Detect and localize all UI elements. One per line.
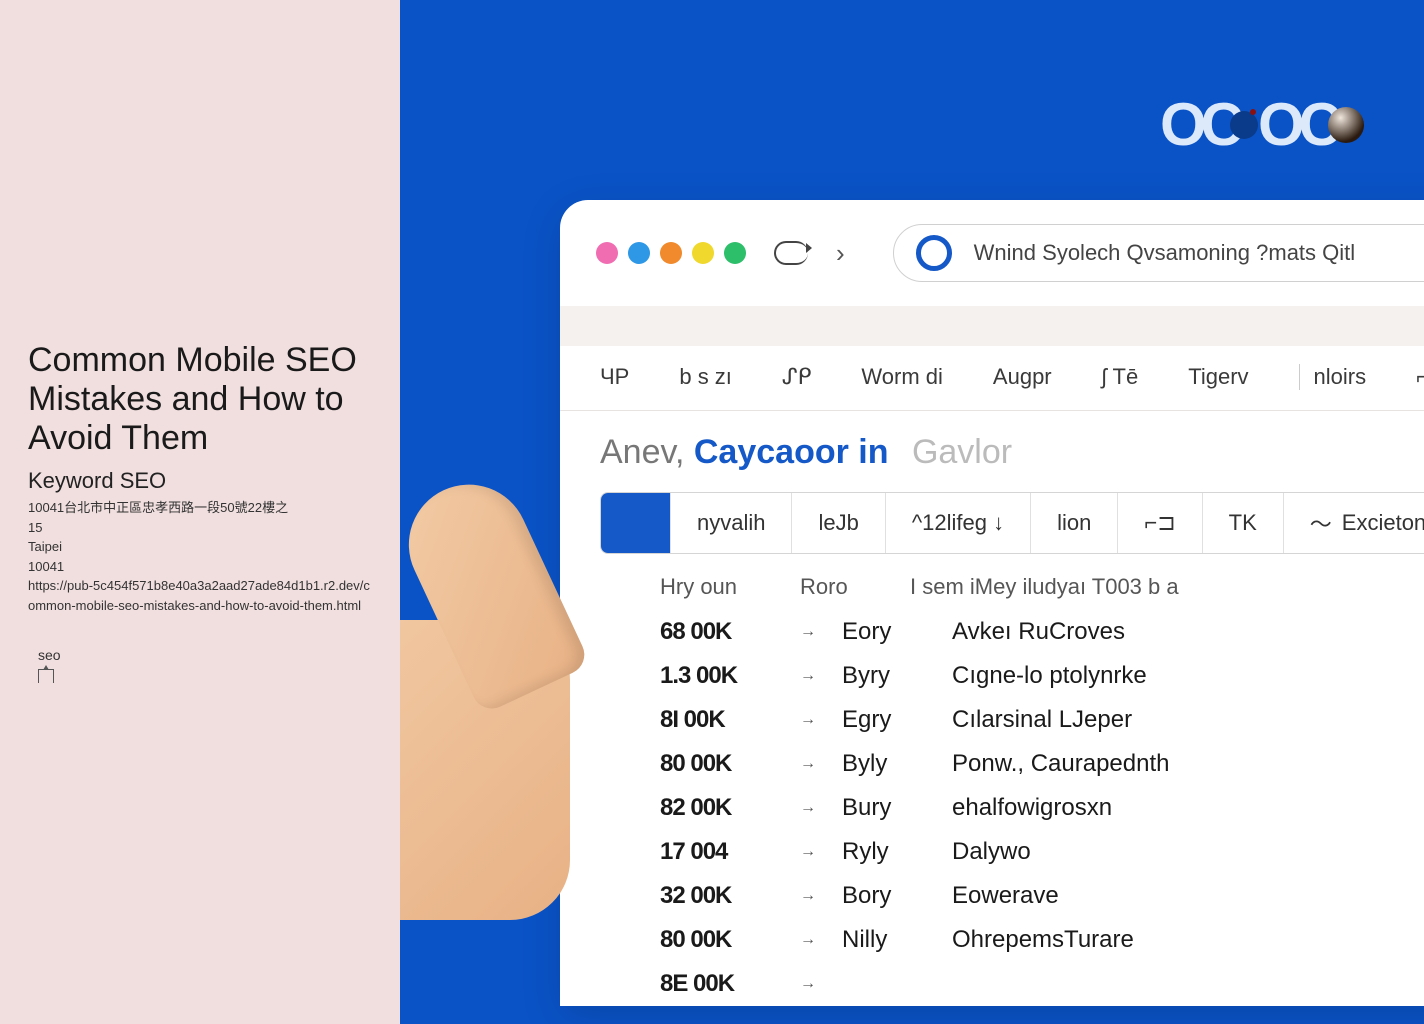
- table-row[interactable]: 32 00K→BoryEowerave: [660, 874, 1424, 918]
- nav-tab[interactable]: Tigerv: [1188, 364, 1248, 390]
- address-zip: 10041: [28, 557, 372, 577]
- nav-tab[interactable]: ᔑᑭ: [782, 364, 812, 390]
- table-row[interactable]: 82 00K→Buryehalfowigrosxn: [660, 786, 1424, 830]
- nav-tab[interactable]: nloirs: [1299, 364, 1367, 390]
- reload-icon[interactable]: [774, 241, 808, 265]
- table-row[interactable]: 1.3 00K→ByryCıgne-lo ptolynrke: [660, 654, 1424, 698]
- nav-tabs: ЧР b s zı ᔑᑭ Worm di Augpr ʃ Tē Tigerv n…: [560, 346, 1424, 411]
- nav-tab[interactable]: ⌐ Kural ⎵: [1416, 364, 1424, 390]
- share-icon[interactable]: [38, 669, 54, 683]
- pointing-hand-graphic: [400, 480, 610, 880]
- address-bar-text: Wnind Syolech Qvsamoning ?mats Qitl: [974, 240, 1356, 266]
- filter-tab[interactable]: ⌐⊐: [1118, 493, 1202, 553]
- table-row[interactable]: 68 00K→EoryAvkeı RuCroves: [660, 610, 1424, 654]
- table-row[interactable]: 8E 00K→: [660, 962, 1424, 1006]
- page-url: https://pub-5c454f571b8e40a3a2aad27ade84…: [28, 576, 372, 615]
- forward-icon[interactable]: ›: [836, 238, 845, 269]
- filter-tabs: nyvalih leJb ^12lifeg ↓ lion ⌐⊐ TK 〜 Exc…: [600, 492, 1424, 554]
- table-row[interactable]: 80 00K→BylyPonw., Caurapednth: [660, 742, 1424, 786]
- filter-tab[interactable]: TK: [1203, 493, 1284, 553]
- nav-tab[interactable]: Augpr: [993, 364, 1052, 390]
- table-row[interactable]: 8I 00K→EgryCılarsinal LJeper: [660, 698, 1424, 742]
- address-city: Taipei: [28, 537, 372, 557]
- nav-tab[interactable]: b s zı: [679, 364, 732, 390]
- nav-tab[interactable]: ʃ Tē: [1102, 364, 1139, 390]
- filter-tab-active[interactable]: [601, 493, 671, 553]
- page-title: Common Mobile SEO Mistakes and How to Av…: [28, 341, 372, 458]
- address-line-2: 15: [28, 518, 372, 538]
- filter-tab[interactable]: lion: [1031, 493, 1118, 553]
- nav-tab[interactable]: Worm di: [861, 364, 943, 390]
- table-row[interactable]: 17 004→RylyDalywo: [660, 830, 1424, 874]
- address-bar[interactable]: Wnind Syolech Qvsamoning ?mats Qitl: [893, 224, 1424, 282]
- loading-spinner-icon: [916, 235, 952, 271]
- brand-logo: OCOC: [1160, 90, 1364, 159]
- filter-tab[interactable]: leJb: [792, 493, 885, 553]
- filter-tab[interactable]: 〜 Excieton: [1284, 493, 1424, 553]
- filter-tab[interactable]: ^12lifeg ↓: [886, 493, 1031, 553]
- address-line-1: 10041台北市中正區忠孝西路一段50號22樓之: [28, 498, 372, 518]
- table-row[interactable]: 80 00K→NillyOhrepemsTurare: [660, 918, 1424, 962]
- breadcrumb: Anev, Caycaoor in Gavlor: [560, 411, 1424, 482]
- table-header: Hry oun Roro I sem iMey iludyaı T003 b a: [560, 554, 1424, 610]
- window-traffic-lights: [596, 242, 746, 264]
- browser-window: › Wnind Syolech Qvsamoning ?mats Qitl ЧР…: [560, 200, 1424, 1006]
- filter-tab[interactable]: nyvalih: [671, 493, 792, 553]
- breadcrumb-current[interactable]: Caycaoor in: [694, 433, 889, 471]
- tab-icon-1[interactable]: ЧР: [600, 364, 629, 390]
- tag-seo[interactable]: seo: [28, 645, 71, 665]
- page-subtitle: Keyword SEO: [28, 468, 372, 494]
